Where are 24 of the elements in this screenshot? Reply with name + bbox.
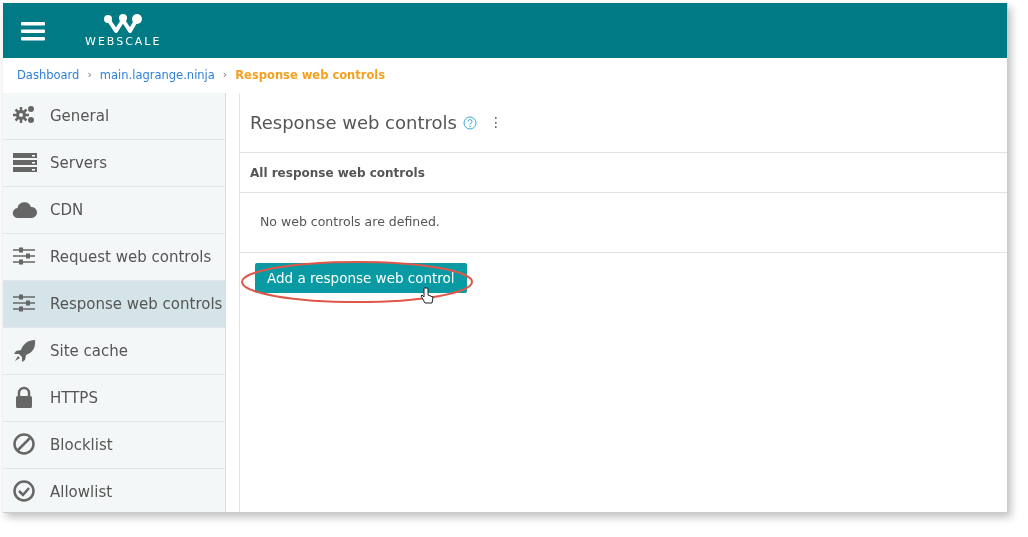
sidebar-item[interactable]: CDN xyxy=(3,187,225,234)
logo-icon xyxy=(103,14,144,34)
breadcrumb-link[interactable]: Dashboard xyxy=(17,66,80,85)
section-title: All response web controls xyxy=(250,164,425,182)
rocket-icon xyxy=(12,338,38,364)
empty-message: No web controls are defined. xyxy=(260,213,440,232)
sidebar-item[interactable]: General xyxy=(3,93,225,140)
sidebar-item[interactable]: Servers xyxy=(3,140,225,187)
menu-icon[interactable] xyxy=(21,20,45,41)
sidebar-item[interactable]: Allowlist xyxy=(3,469,225,512)
logo-text: WEBSCALE xyxy=(85,36,162,47)
block-icon xyxy=(12,432,38,458)
breadcrumb-separator: › xyxy=(87,67,92,84)
sidebar-item[interactable]: HTTPS xyxy=(3,375,225,422)
breadcrumb-link[interactable]: main.lagrange.ninja xyxy=(99,66,215,85)
hand-cursor-icon xyxy=(420,287,434,305)
sidebar-item[interactable]: Site cache xyxy=(3,328,225,375)
sidebar-item[interactable]: Blocklist xyxy=(3,422,225,469)
more-menu[interactable]: ⋮ xyxy=(488,112,503,133)
breadcrumb-separator: › xyxy=(222,67,228,84)
check-circle-icon xyxy=(12,479,38,505)
breadcrumb-current: Response web controls xyxy=(235,66,386,84)
sidebar-item[interactable]: Response web controls xyxy=(3,281,225,328)
page-title: Response web controls xyxy=(250,111,457,134)
